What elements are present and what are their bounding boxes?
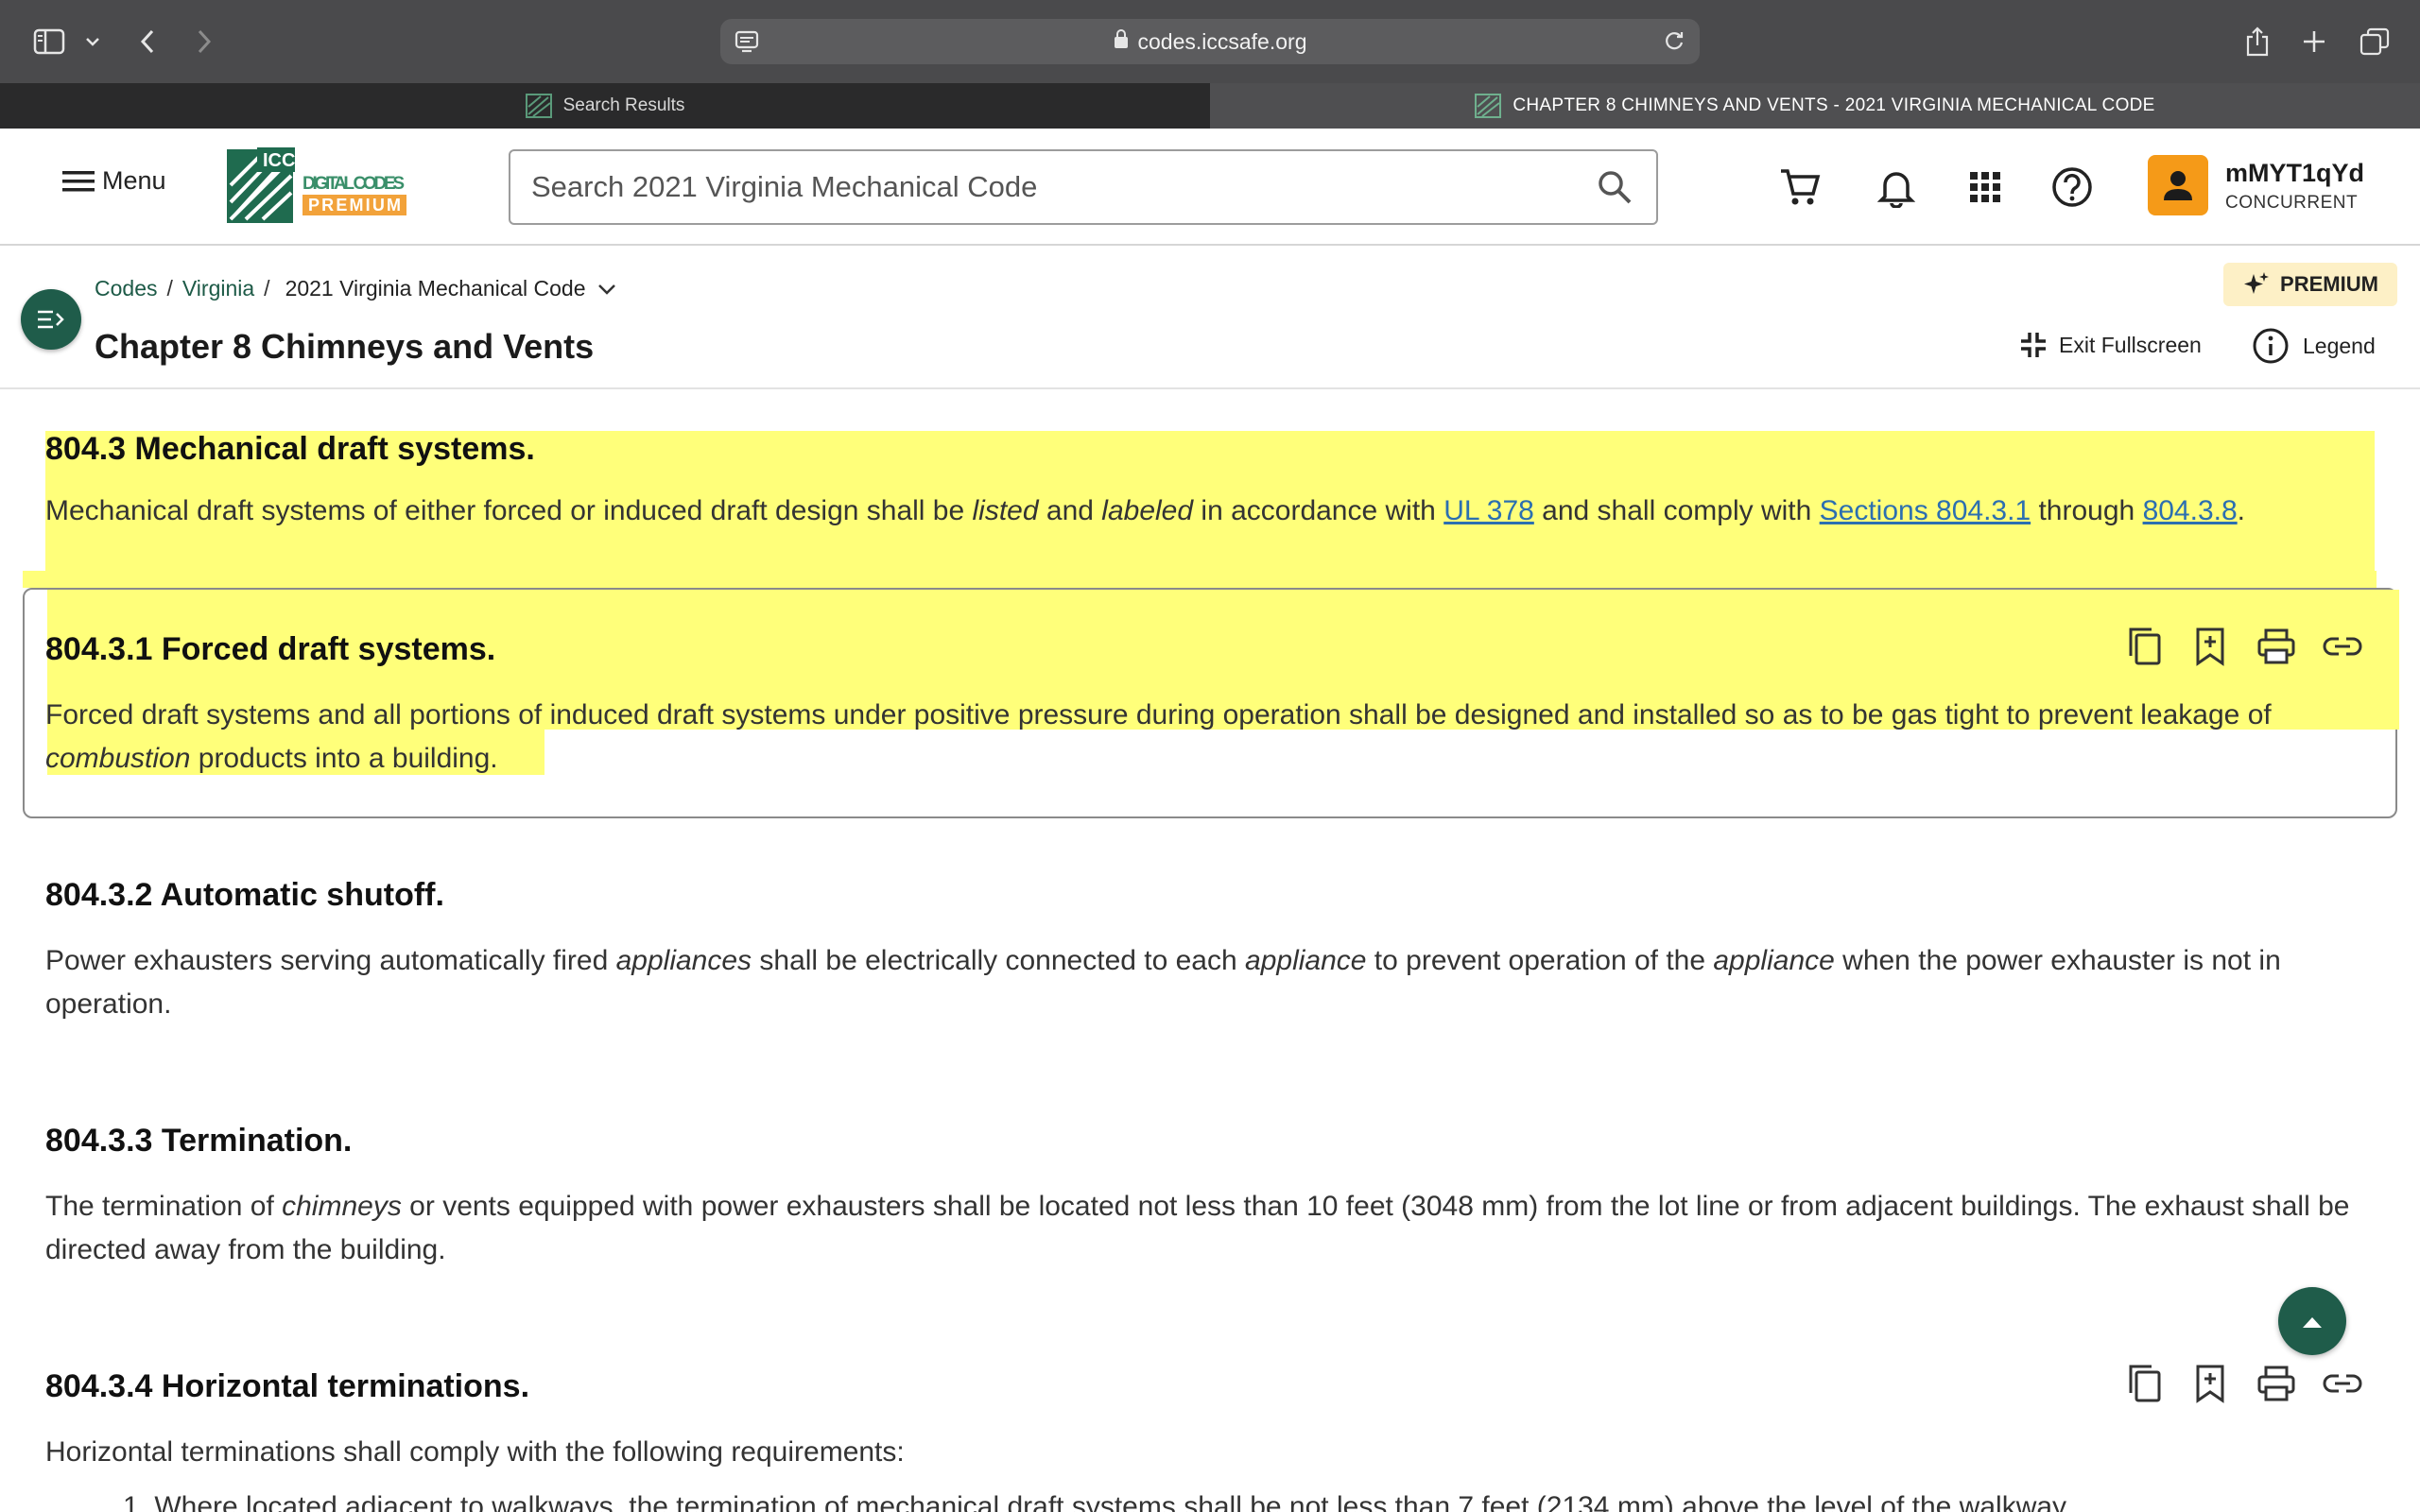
reader-icon[interactable] bbox=[734, 28, 760, 60]
section-title-804-3: 804.3 Mechanical draft systems. bbox=[45, 431, 535, 467]
info-icon bbox=[2253, 328, 2289, 364]
highlight bbox=[23, 571, 2377, 588]
section-body-804-3: Mechanical draft systems of either force… bbox=[45, 495, 2245, 526]
chevron-down-icon[interactable] bbox=[79, 21, 106, 62]
menu-label: Menu bbox=[102, 166, 166, 195]
premium-badge[interactable]: PREMIUM bbox=[2223, 263, 2397, 306]
tab-label: CHAPTER 8 CHIMNEYS AND VENTS - 2021 VIRG… bbox=[1512, 95, 2155, 115]
link-ul-378[interactable]: UL 378 bbox=[1443, 495, 1534, 526]
toc-toggle-button[interactable] bbox=[21, 289, 81, 350]
user-name[interactable]: mMYT1qYd bbox=[2225, 159, 2364, 188]
address-bar[interactable]: codes.iccsafe.org bbox=[720, 19, 1700, 64]
section-body-804-3-1: Forced draft systems and all portions of… bbox=[45, 699, 2272, 774]
search-input[interactable] bbox=[531, 170, 1552, 204]
exit-fullscreen-icon bbox=[2021, 333, 2046, 357]
section-title-804-3-2: 804.3.2 Automatic shutoff. bbox=[45, 877, 444, 913]
breadcrumb-current[interactable]: 2021 Virginia Mechanical Code bbox=[285, 276, 586, 301]
list-item: 1. Where located adjacent to walkways, t… bbox=[123, 1491, 2073, 1512]
section-title-804-3-3: 804.3.3 Termination. bbox=[45, 1123, 353, 1159]
chevron-down-icon[interactable] bbox=[596, 282, 618, 297]
exit-fullscreen-button[interactable]: Exit Fullscreen bbox=[2019, 331, 2202, 359]
search-icon[interactable] bbox=[1596, 168, 1634, 211]
new-tab-icon[interactable] bbox=[2295, 21, 2333, 62]
reload-icon[interactable] bbox=[1662, 28, 1686, 59]
user-icon bbox=[2164, 171, 2192, 200]
lock-icon bbox=[1114, 28, 1129, 55]
section-body-804-3-2: Power exhausters serving automatically f… bbox=[45, 945, 2281, 1020]
bookmark-add-icon[interactable] bbox=[2187, 624, 2233, 669]
print-icon[interactable] bbox=[2254, 624, 2299, 669]
icc-digital-codes-logo[interactable]: ICC DIGITAL CODES PREMIUM bbox=[225, 146, 414, 227]
sidebar-toggle-icon[interactable] bbox=[28, 21, 70, 62]
section-body-804-3-4: Horizontal terminations shall comply wit… bbox=[45, 1436, 905, 1468]
cart-icon[interactable] bbox=[1775, 163, 1824, 212]
caret-up-icon bbox=[2303, 1317, 2322, 1328]
breadcrumb: Codes / Virginia / 2021 Virginia Mechani… bbox=[95, 276, 618, 301]
exit-fullscreen-label: Exit Fullscreen bbox=[2059, 332, 2202, 357]
link-icon[interactable] bbox=[2320, 624, 2365, 669]
breadcrumb-virginia[interactable]: Virginia bbox=[182, 276, 254, 301]
sparkle-icon bbox=[2244, 272, 2270, 294]
tab-chapter-8[interactable]: CHAPTER 8 CHIMNEYS AND VENTS - 2021 VIRG… bbox=[1210, 83, 2420, 129]
section-tools bbox=[2121, 1361, 2365, 1406]
user-role: CONCURRENT bbox=[2225, 193, 2359, 213]
premium-label: PREMIUM bbox=[2280, 272, 2378, 296]
icc-favicon-icon bbox=[525, 94, 552, 118]
link-icon[interactable] bbox=[2320, 1361, 2365, 1406]
toc-icon bbox=[38, 310, 64, 329]
print-icon[interactable] bbox=[2254, 1361, 2299, 1406]
icc-favicon-icon bbox=[1475, 94, 1502, 118]
tab-search-results[interactable]: Search Results bbox=[0, 83, 1210, 129]
legend-label: Legend bbox=[2303, 333, 2376, 358]
section-title-804-3-4: 804.3.4 Horizontal terminations. bbox=[45, 1368, 530, 1404]
link-sections-804-3-1[interactable]: Sections 804.3.1 bbox=[1820, 495, 2031, 526]
help-icon[interactable] bbox=[2048, 163, 2097, 212]
section-body-804-3-3: The termination of chimneys or vents equ… bbox=[45, 1191, 2350, 1265]
divider bbox=[0, 387, 2420, 389]
tab-overview-icon[interactable] bbox=[2356, 21, 2394, 62]
copy-icon[interactable] bbox=[2121, 624, 2167, 669]
back-icon[interactable] bbox=[129, 21, 166, 62]
tab-label: Search Results bbox=[562, 95, 685, 115]
bell-icon[interactable] bbox=[1872, 163, 1921, 212]
section-tools bbox=[2121, 624, 2365, 669]
link-804-3-8[interactable]: 804.3.8 bbox=[2143, 495, 2238, 526]
avatar[interactable] bbox=[2148, 155, 2208, 215]
forward-icon[interactable] bbox=[185, 21, 223, 62]
page-title: Chapter 8 Chimneys and Vents bbox=[95, 327, 595, 366]
share-icon[interactable] bbox=[2238, 21, 2276, 62]
copy-icon[interactable] bbox=[2121, 1361, 2167, 1406]
site-header: Menu ICC DIGITAL CODES PREMIUM Search 20… bbox=[0, 129, 2420, 246]
url-text: codes.iccsafe.org bbox=[1137, 28, 1307, 54]
section-title-804-3-1: 804.3.1 Forced draft systems. bbox=[45, 631, 496, 667]
scroll-to-top-button[interactable] bbox=[2278, 1287, 2346, 1355]
apps-grid-icon[interactable] bbox=[1961, 163, 2010, 212]
svg-text:PREMIUM: PREMIUM bbox=[308, 196, 401, 215]
hamburger-icon bbox=[62, 170, 95, 191]
tab-bar: Search Results CHAPTER 8 CHIMNEYS AND VE… bbox=[0, 83, 2420, 129]
bookmark-add-icon[interactable] bbox=[2187, 1361, 2233, 1406]
browser-toolbar: codes.iccsafe.org bbox=[0, 0, 2420, 83]
svg-text:DIGITAL CODES: DIGITAL CODES bbox=[302, 174, 405, 194]
legend-button[interactable]: Legend bbox=[2252, 327, 2376, 365]
search-box[interactable] bbox=[509, 149, 1658, 225]
menu-button[interactable]: Menu bbox=[60, 166, 166, 196]
svg-text:ICC: ICC bbox=[263, 150, 295, 171]
breadcrumb-codes[interactable]: Codes bbox=[95, 276, 157, 301]
